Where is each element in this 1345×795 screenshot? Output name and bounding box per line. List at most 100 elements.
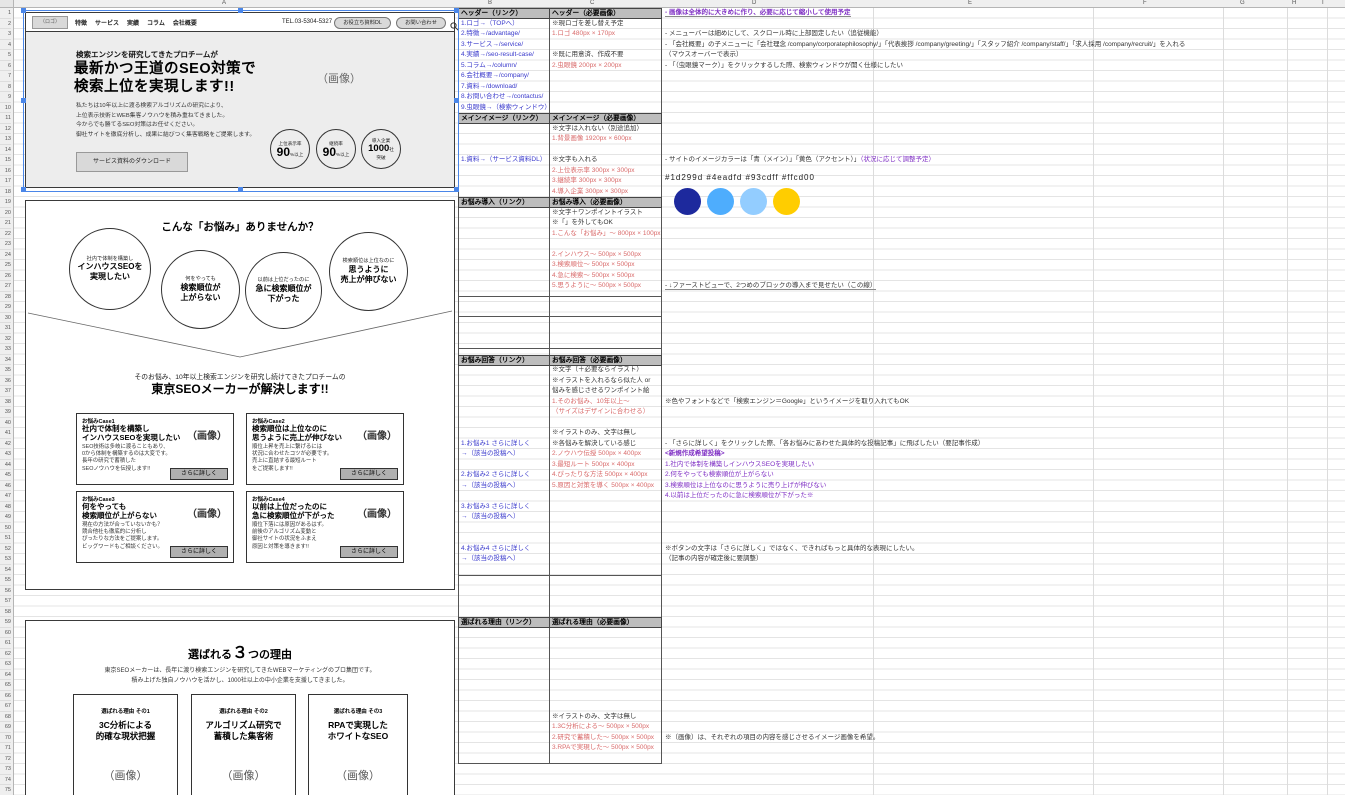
row-number[interactable]: 45 xyxy=(0,470,11,481)
row-number[interactable]: 12 xyxy=(0,124,11,134)
column-letter[interactable]: I xyxy=(1322,0,1324,7)
sheet-link-cell[interactable]: 5.コラム→/column/ xyxy=(461,61,517,72)
selection-handle[interactable] xyxy=(21,8,26,13)
more-button[interactable]: さらに詳しく xyxy=(170,546,228,558)
row-number[interactable]: 46 xyxy=(0,481,11,491)
row-number[interactable]: 44 xyxy=(0,460,11,470)
sheet-link-cell[interactable]: →（該当の投稿へ） xyxy=(461,554,520,565)
row-number[interactable]: 73 xyxy=(0,764,11,775)
sheet-link-cell[interactable]: 1.資料→（サービス資料DL） xyxy=(461,155,546,166)
row-number[interactable]: 41 xyxy=(0,428,11,439)
row-number[interactable]: 27 xyxy=(0,281,11,292)
row-number[interactable]: 55 xyxy=(0,575,11,586)
row-number[interactable]: 37 xyxy=(0,386,11,397)
selection-handle[interactable] xyxy=(454,187,459,192)
sheet-link-cell[interactable]: →（該当の投稿へ） xyxy=(461,512,520,523)
sheet-link-cell[interactable]: 4.お悩み4 さらに詳しく xyxy=(461,544,530,555)
row-number[interactable]: 71 xyxy=(0,743,11,754)
row-number[interactable]: 74 xyxy=(0,775,11,785)
sheet-link-cell[interactable]: →（該当の投稿へ） xyxy=(461,449,520,460)
column-letter[interactable]: E xyxy=(968,0,972,7)
row-number[interactable]: 47 xyxy=(0,491,11,502)
row-number[interactable]: 32 xyxy=(0,334,11,344)
row-number[interactable]: 65 xyxy=(0,680,11,691)
column-letter[interactable]: A xyxy=(222,0,226,7)
row-number[interactable]: 34 xyxy=(0,355,11,365)
row-number[interactable]: 19 xyxy=(0,197,11,208)
row-number[interactable]: 72 xyxy=(0,754,11,764)
row-number[interactable]: 6 xyxy=(0,61,11,71)
row-number[interactable]: 18 xyxy=(0,187,11,197)
row-number[interactable]: 21 xyxy=(0,218,11,229)
row-number[interactable]: 29 xyxy=(0,302,11,313)
row-number[interactable]: 24 xyxy=(0,250,11,260)
row-gutter[interactable]: 1 2 3 4 5 6 7 8 9 10 11 12 13 14 15 16 17 18 19 20 21 22 23 24 2… xyxy=(0,8,14,795)
column-letter[interactable]: B xyxy=(488,0,492,7)
selection-handle[interactable] xyxy=(238,187,243,192)
row-number[interactable]: 2 xyxy=(0,19,11,29)
row-number[interactable]: 23 xyxy=(0,239,11,250)
row-number[interactable]: 59 xyxy=(0,617,11,628)
row-number[interactable]: 66 xyxy=(0,691,11,701)
row-number[interactable]: 16 xyxy=(0,166,11,176)
row-number[interactable]: 30 xyxy=(0,313,11,323)
row-number[interactable]: 38 xyxy=(0,397,11,407)
row-number[interactable]: 75 xyxy=(0,785,11,795)
row-number[interactable]: 40 xyxy=(0,418,11,428)
selection-handle[interactable] xyxy=(21,98,26,103)
row-number[interactable]: 48 xyxy=(0,502,11,512)
row-number[interactable]: 60 xyxy=(0,628,11,638)
sheet-corner[interactable] xyxy=(0,0,14,8)
row-number[interactable]: 70 xyxy=(0,733,11,743)
nav-item[interactable]: 実績 xyxy=(127,18,139,27)
sheet-link-cell[interactable]: 3.お悩み3 さらに詳しく xyxy=(461,502,530,513)
more-button[interactable]: さらに詳しく xyxy=(340,468,398,480)
row-number[interactable]: 49 xyxy=(0,512,11,523)
row-number[interactable]: 7 xyxy=(0,71,11,82)
column-letter[interactable]: D xyxy=(752,0,756,7)
row-number[interactable]: 8 xyxy=(0,82,11,92)
more-button[interactable]: さらに詳しく xyxy=(340,546,398,558)
selection-handle[interactable] xyxy=(454,98,459,103)
row-number[interactable]: 22 xyxy=(0,229,11,239)
column-header-strip[interactable]: A B C D E F G H I xyxy=(14,0,1345,8)
row-number[interactable]: 17 xyxy=(0,176,11,187)
row-number[interactable]: 43 xyxy=(0,449,11,460)
row-number[interactable]: 13 xyxy=(0,134,11,145)
sheet-link-cell[interactable]: 2.お悩み2 さらに詳しく xyxy=(461,470,530,481)
row-number[interactable]: 4 xyxy=(0,40,11,50)
row-number[interactable]: 25 xyxy=(0,260,11,271)
row-number[interactable]: 26 xyxy=(0,271,11,281)
sheet-link-cell[interactable]: 4.実績→/seo-result-case/ xyxy=(461,50,534,61)
row-number[interactable]: 62 xyxy=(0,649,11,659)
row-number[interactable]: 54 xyxy=(0,565,11,575)
row-number[interactable]: 36 xyxy=(0,376,11,386)
row-number[interactable]: 61 xyxy=(0,638,11,649)
sheet-link-cell[interactable]: 1.お悩み1 さらに詳しく xyxy=(461,439,530,450)
wireframe-hero-block[interactable]: （ロゴ） 特徴 サービス 実績 コラム 会社概要 TEL.03-5304-532… xyxy=(25,12,459,188)
nav-item[interactable]: コラム xyxy=(147,18,165,27)
nav-item[interactable]: 特徴 xyxy=(75,18,87,27)
row-number[interactable]: 58 xyxy=(0,607,11,617)
column-letter[interactable]: C xyxy=(590,0,594,7)
row-number[interactable]: 68 xyxy=(0,712,11,722)
column-letter[interactable]: F xyxy=(1143,0,1147,7)
row-number[interactable]: 10 xyxy=(0,103,11,113)
row-number[interactable]: 11 xyxy=(0,113,11,124)
sheet-link-cell[interactable]: →（該当の投稿へ） xyxy=(461,481,520,492)
selection-handle[interactable] xyxy=(238,8,243,13)
sheet-link-cell[interactable]: 6.会社概要→/company/ xyxy=(461,71,529,82)
nav-item[interactable]: 会社概要 xyxy=(173,18,197,27)
search-icon[interactable] xyxy=(450,18,459,36)
row-number[interactable]: 42 xyxy=(0,439,11,449)
selection-handle[interactable] xyxy=(21,187,26,192)
row-number[interactable]: 51 xyxy=(0,533,11,544)
row-number[interactable]: 57 xyxy=(0,596,11,607)
row-number[interactable]: 28 xyxy=(0,292,11,302)
column-letter[interactable]: H xyxy=(1292,0,1296,7)
row-number[interactable]: 56 xyxy=(0,586,11,596)
row-number[interactable]: 50 xyxy=(0,523,11,533)
row-number[interactable]: 52 xyxy=(0,544,11,554)
row-number[interactable]: 63 xyxy=(0,659,11,670)
row-number[interactable]: 9 xyxy=(0,92,11,103)
